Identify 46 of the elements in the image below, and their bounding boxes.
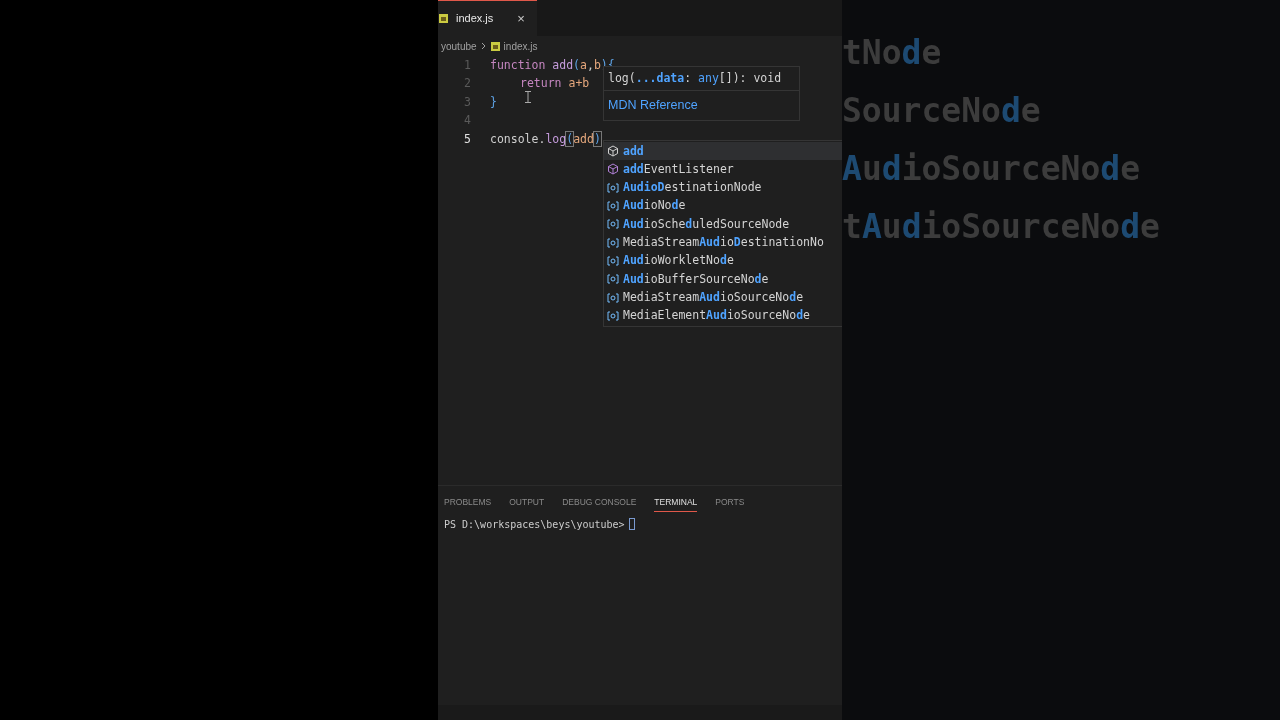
variable-icon <box>607 219 619 230</box>
chevron-icon <box>480 42 487 50</box>
variable-icon <box>607 182 619 193</box>
signature-text: log(...data: any[]): void <box>604 67 799 91</box>
panel-tab[interactable]: PORTS <box>715 496 745 512</box>
suggestion-item[interactable]: AudioNode <box>604 196 842 216</box>
text-cursor-icon <box>525 91 531 103</box>
suggestion-item[interactable]: MediaElementAudioSourceNode <box>604 306 842 325</box>
breadcrumb-item[interactable]: index.js <box>503 38 538 54</box>
line-number: 3 <box>463 93 471 111</box>
mdn-reference-link[interactable]: MDN Reference <box>608 96 698 115</box>
suggestion-item[interactable]: AudioScheduledSourceNode <box>604 215 842 234</box>
suggestion-item[interactable]: AudioBufferSourceNode <box>604 270 842 289</box>
line-number: 1 <box>463 56 471 74</box>
suggestion-item[interactable]: add <box>604 142 842 161</box>
panel-tab[interactable]: DEBUG CONSOLE <box>562 496 637 512</box>
cube-icon <box>607 145 619 158</box>
editor-tab[interactable]: index.js × <box>438 0 537 36</box>
cube-icon <box>607 163 619 176</box>
code-line: } <box>490 93 497 111</box>
variable-icon <box>607 201 619 212</box>
tab-label: index.js <box>456 11 494 27</box>
terminal-cursor <box>628 518 635 530</box>
suggestion-item[interactable]: MediaStreamAudioDestinationNo <box>604 233 842 252</box>
line-number: 2 <box>463 75 471 93</box>
panel-tab[interactable]: TERMINAL <box>654 496 698 512</box>
variable-icon <box>607 255 619 266</box>
code-line: console.log(add) <box>490 130 601 148</box>
variable-icon <box>607 274 619 285</box>
close-button[interactable]: × <box>517 8 525 29</box>
js-file-icon <box>439 14 448 23</box>
line-number: 4 <box>463 112 471 130</box>
terminal-prompt: PS D:\workspaces\beys\youtube> <box>444 517 625 532</box>
variable-icon <box>607 310 619 321</box>
variable-icon <box>607 292 619 303</box>
code-line: return a+b <box>519 75 590 93</box>
js-file-icon <box>490 41 500 51</box>
suggestion-item[interactable]: AudioWorkletNode <box>604 251 842 271</box>
suggestion-item[interactable]: MediaStreamAudioSourceNode <box>604 288 842 307</box>
variable-icon <box>607 237 619 248</box>
panel-tab[interactable]: PROBLEMS <box>444 496 492 512</box>
suggestion-item[interactable]: AudioDestinationNode <box>604 178 842 197</box>
panel-tab[interactable]: OUTPUT <box>509 496 545 512</box>
suggestion-item[interactable]: addEventListener <box>604 160 842 179</box>
line-number: 5 <box>463 130 471 148</box>
breadcrumb-item[interactable]: youtube <box>441 38 477 54</box>
